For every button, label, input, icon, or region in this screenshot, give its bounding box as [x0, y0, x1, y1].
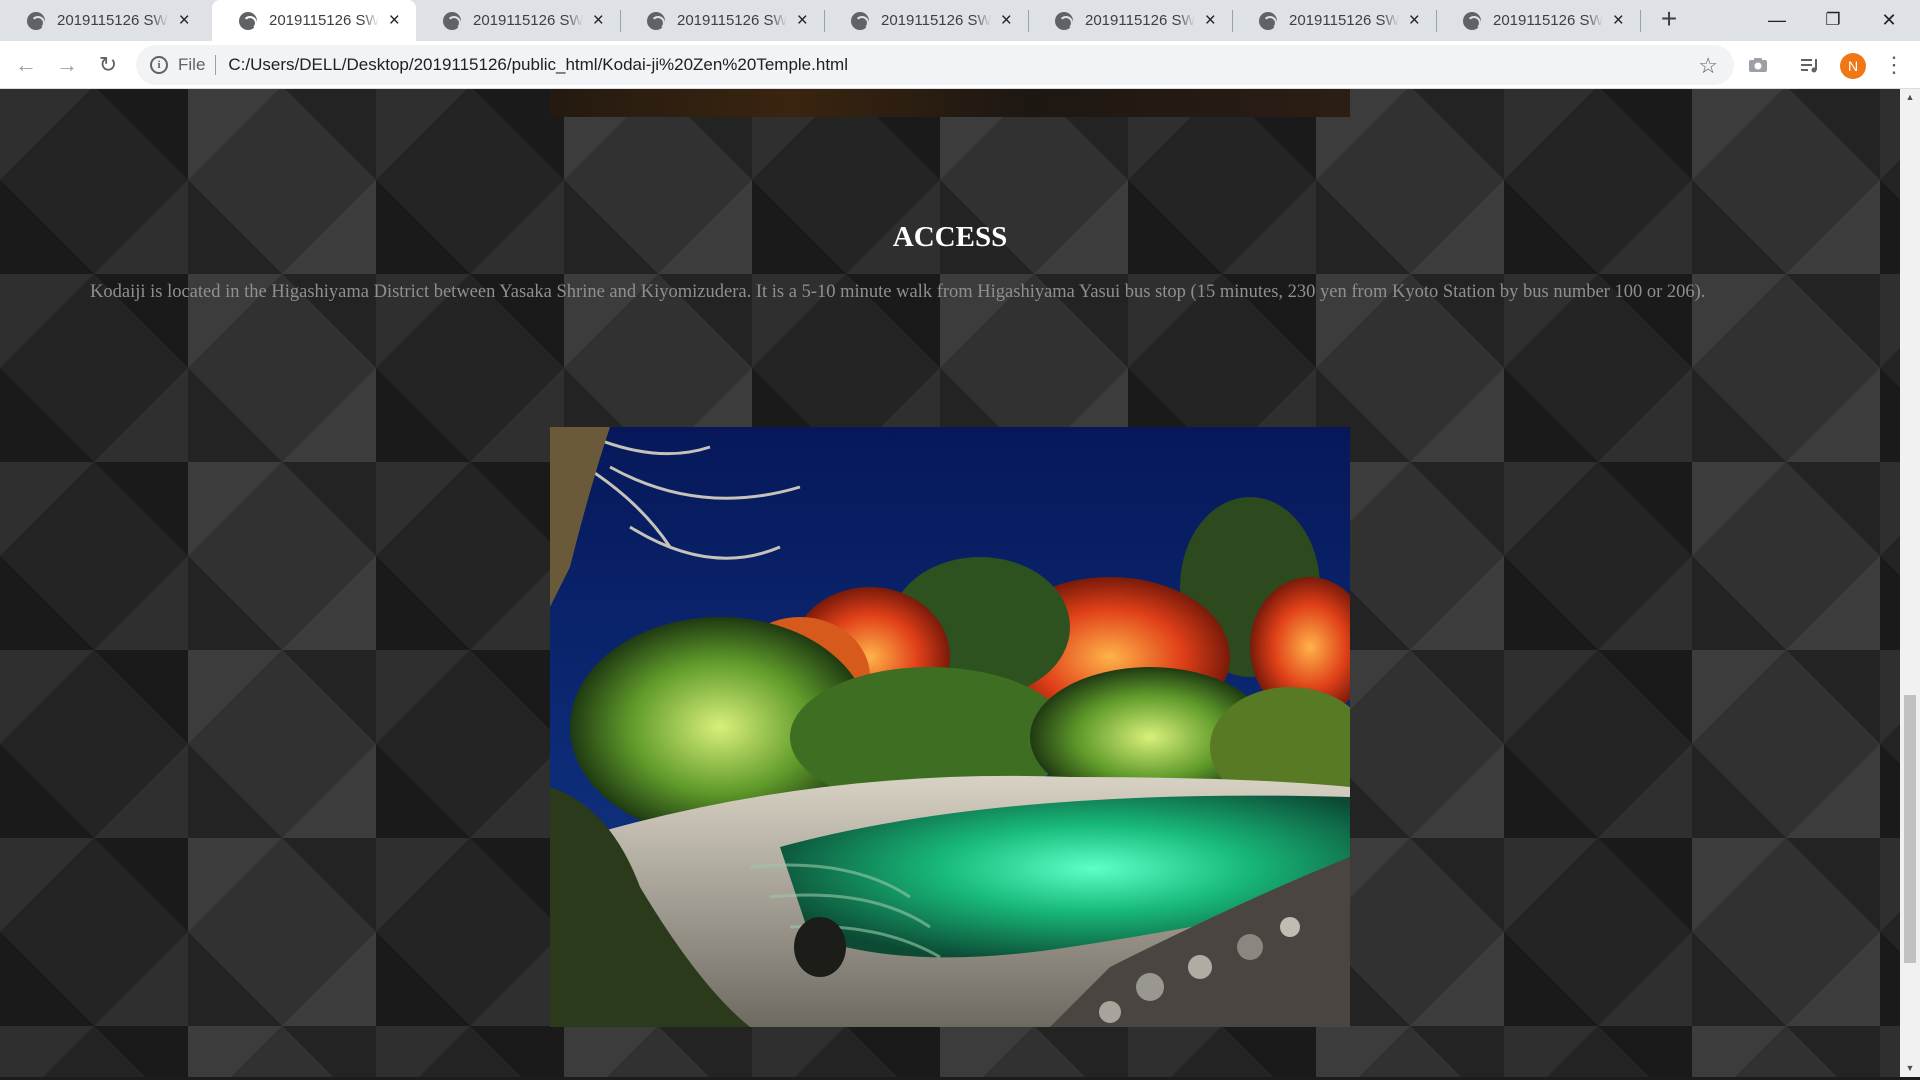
close-window-button[interactable]: ✕: [1859, 0, 1919, 40]
browser-tab[interactable]: 2019115126 SWAMI ×: [620, 0, 824, 41]
browser-tab[interactable]: 2019115126 SWAMI ×: [416, 0, 620, 41]
browser-tab-active[interactable]: 2019115126 SWAMI ×: [212, 0, 416, 41]
close-tab-icon[interactable]: ×: [1407, 11, 1422, 30]
previous-photo-bottom: [550, 89, 1350, 117]
tab-title: 2019115126 SWAMI: [57, 12, 168, 29]
browser-tab[interactable]: 2019115126 SWAMI ×: [0, 0, 206, 41]
globe-icon: [647, 11, 665, 30]
globe-icon: [27, 11, 45, 30]
tab-title: 2019115126 SWAMI: [1289, 12, 1399, 29]
plus-icon[interactable]: +: [1655, 5, 1683, 34]
globe-icon: [851, 11, 869, 30]
menu-kebab-icon[interactable]: ⋮: [1882, 51, 1906, 81]
globe-icon: [443, 11, 461, 30]
tab-strip: 2019115126 SWAMI × 2019115126 SWAMI × 20…: [0, 0, 1920, 41]
restore-button[interactable]: ❐: [1803, 0, 1863, 40]
globe-icon: [239, 11, 257, 30]
forward-arrow-icon[interactable]: →: [51, 49, 83, 81]
browser-tab[interactable]: 2019115126 SWAMI ×: [1436, 0, 1640, 41]
url-text[interactable]: C:/Users/DELL/Desktop/2019115126/public_…: [228, 55, 848, 75]
close-tab-icon[interactable]: ×: [999, 11, 1014, 30]
scrollbar-thumb[interactable]: [1904, 695, 1916, 963]
close-tab-icon[interactable]: ×: [795, 11, 810, 30]
profile-avatar[interactable]: N: [1840, 53, 1866, 79]
globe-icon: [1055, 11, 1073, 30]
tab-title: 2019115126 SWAMI: [881, 12, 991, 29]
tab-title: 2019115126 SWAMI: [473, 12, 583, 29]
tab-title: 2019115126 SWAMI: [1085, 12, 1195, 29]
tab-title: 2019115126 SWAMI: [1493, 12, 1603, 29]
bookmark-star-icon[interactable]: ☆: [1698, 53, 1718, 79]
close-tab-icon[interactable]: ×: [387, 11, 402, 30]
minimize-button[interactable]: —: [1747, 0, 1807, 40]
close-tab-icon[interactable]: ×: [1203, 11, 1218, 30]
tab-divider: [1640, 10, 1641, 32]
close-tab-icon[interactable]: ×: [176, 11, 192, 30]
media-queue-icon[interactable]: [1798, 53, 1822, 77]
address-divider: [215, 55, 217, 75]
page-viewport: ACCESS Kodaiji is located in the Higashi…: [0, 89, 1900, 1077]
browser-tab[interactable]: 2019115126 SWAMI ×: [1028, 0, 1232, 41]
reload-icon[interactable]: ↻: [92, 49, 124, 81]
tab-title: 2019115126 SWAMI: [677, 12, 787, 29]
scroll-up-arrow-icon[interactable]: ▲: [1900, 89, 1920, 106]
camera-icon[interactable]: [1746, 53, 1770, 77]
info-icon[interactable]: i: [150, 56, 168, 74]
file-scheme-label: File: [178, 55, 206, 74]
garden-illustration: [550, 427, 1350, 1027]
close-tab-icon[interactable]: ×: [591, 11, 606, 30]
address-bar[interactable]: i File C:/Users/DELL/Desktop/2019115126/…: [136, 45, 1734, 85]
access-heading: ACCESS: [892, 221, 1008, 253]
zen-garden-photo: [550, 427, 1350, 1027]
tab-title: 2019115126 SWAMI: [269, 12, 379, 29]
browser-tab[interactable]: 2019115126 SWAMI ×: [824, 0, 1028, 41]
globe-icon: [1463, 11, 1481, 30]
back-arrow-icon[interactable]: ←: [10, 49, 42, 81]
close-tab-icon[interactable]: ×: [1611, 11, 1626, 30]
browser-tab[interactable]: 2019115126 SWAMI ×: [1232, 0, 1436, 41]
browser-toolbar: ← → ↻ i File C:/Users/DELL/Desktop/20191…: [0, 41, 1920, 89]
globe-icon: [1259, 11, 1277, 30]
page-scrollbar[interactable]: ▲ ▼: [1900, 89, 1920, 1077]
scroll-down-arrow-icon[interactable]: ▼: [1900, 1060, 1920, 1077]
access-paragraph: Kodaiji is located in the Higashiyama Di…: [90, 282, 1706, 302]
